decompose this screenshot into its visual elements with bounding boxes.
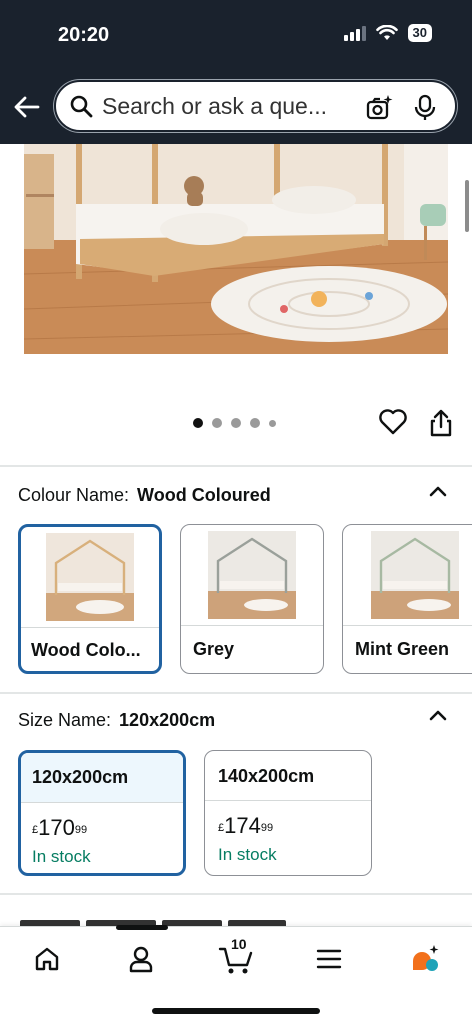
nav-home[interactable] <box>27 941 67 977</box>
microphone-icon[interactable] <box>413 94 437 122</box>
size-option-120x200[interactable]: 120x200cm £17099 In stock <box>18 750 186 876</box>
wishlist-button[interactable] <box>378 408 408 438</box>
rufus-icon <box>413 945 439 971</box>
price-currency: £ <box>218 822 225 834</box>
bedroom-photo <box>24 144 448 354</box>
product-image[interactable] <box>24 144 448 354</box>
divider <box>0 692 472 694</box>
gallery-dot[interactable] <box>231 418 241 428</box>
price-fraction: 99 <box>260 822 274 834</box>
signal-icon <box>343 25 366 41</box>
swatch-image-wood <box>21 527 159 628</box>
back-button[interactable] <box>10 90 44 124</box>
share-icon <box>430 409 452 437</box>
colour-value: Wood Coloured <box>137 485 271 505</box>
search-header: Search or ask a que... <box>0 70 472 144</box>
swatch-image-mint-green <box>343 525 472 626</box>
gallery-pagination[interactable] <box>193 418 276 428</box>
colour-option-mint-green[interactable]: Mint Green <box>342 524 472 674</box>
gallery-dot[interactable] <box>193 418 203 428</box>
bottom-navigation: 10 <box>0 925 472 1024</box>
camera-sparkle-icon[interactable] <box>365 94 393 122</box>
price-currency: £ <box>32 824 39 836</box>
divider <box>0 465 472 467</box>
price-whole: 170 <box>38 815 75 840</box>
gallery-dot[interactable] <box>250 418 260 428</box>
nav-account[interactable] <box>121 941 161 977</box>
status-icons: 30 <box>343 24 432 42</box>
stock-status: In stock <box>32 847 91 866</box>
size-name-row: Size Name: 120x200cm <box>18 710 215 731</box>
colour-option-label: Mint Green <box>355 639 450 659</box>
size-option-140x200[interactable]: 140x200cm £17499 In stock <box>204 750 372 876</box>
colour-option-label: Wood Colo... <box>31 640 141 660</box>
colour-option-wood[interactable]: Wood Colo... <box>18 524 162 674</box>
arrow-left-icon <box>14 96 40 118</box>
page-scrollbar[interactable] <box>465 180 469 232</box>
gallery-dot[interactable] <box>212 418 222 428</box>
status-time: 20:20 <box>58 24 110 46</box>
active-tab-indicator <box>116 925 168 930</box>
nav-rufus[interactable] <box>405 941 445 977</box>
divider <box>0 893 472 895</box>
gallery-dot[interactable] <box>269 419 276 427</box>
next-section-heading-clipped <box>20 912 320 926</box>
price: £17099 <box>21 817 183 839</box>
price-fraction: 99 <box>74 824 88 836</box>
chevron-up-icon[interactable] <box>428 484 448 498</box>
search-input[interactable]: Search or ask a que... <box>54 80 457 132</box>
size-option-label: 120x200cm <box>21 753 183 803</box>
wifi-icon <box>375 25 398 40</box>
chevron-up-icon[interactable] <box>428 708 448 722</box>
account-icon <box>129 946 153 973</box>
price-whole: 174 <box>224 813 261 838</box>
search-placeholder: Search or ask a que... <box>102 92 328 119</box>
home-icon <box>35 947 59 971</box>
menu-icon <box>316 949 342 969</box>
cart-icon <box>218 947 253 974</box>
colour-option-grey[interactable]: Grey <box>180 524 324 674</box>
nav-menu[interactable] <box>309 941 349 977</box>
heart-icon <box>379 409 407 435</box>
size-value: 120x200cm <box>119 710 216 730</box>
battery-indicator: 30 <box>407 24 432 42</box>
home-indicator[interactable] <box>152 1008 320 1014</box>
stock-status: In stock <box>218 845 277 864</box>
search-icon <box>68 93 94 119</box>
size-option-label: 140x200cm <box>205 751 371 801</box>
colour-label: Colour Name: <box>18 485 130 505</box>
colour-option-label: Grey <box>193 639 235 659</box>
price: £17499 <box>205 815 371 837</box>
status-bar: 20:20 30 <box>0 0 472 70</box>
size-label: Size Name: <box>18 710 112 730</box>
nav-cart[interactable] <box>216 941 256 977</box>
colour-name-row: Colour Name: Wood Coloured <box>18 485 271 506</box>
swatch-image-grey <box>181 525 323 626</box>
share-button[interactable] <box>426 408 456 438</box>
